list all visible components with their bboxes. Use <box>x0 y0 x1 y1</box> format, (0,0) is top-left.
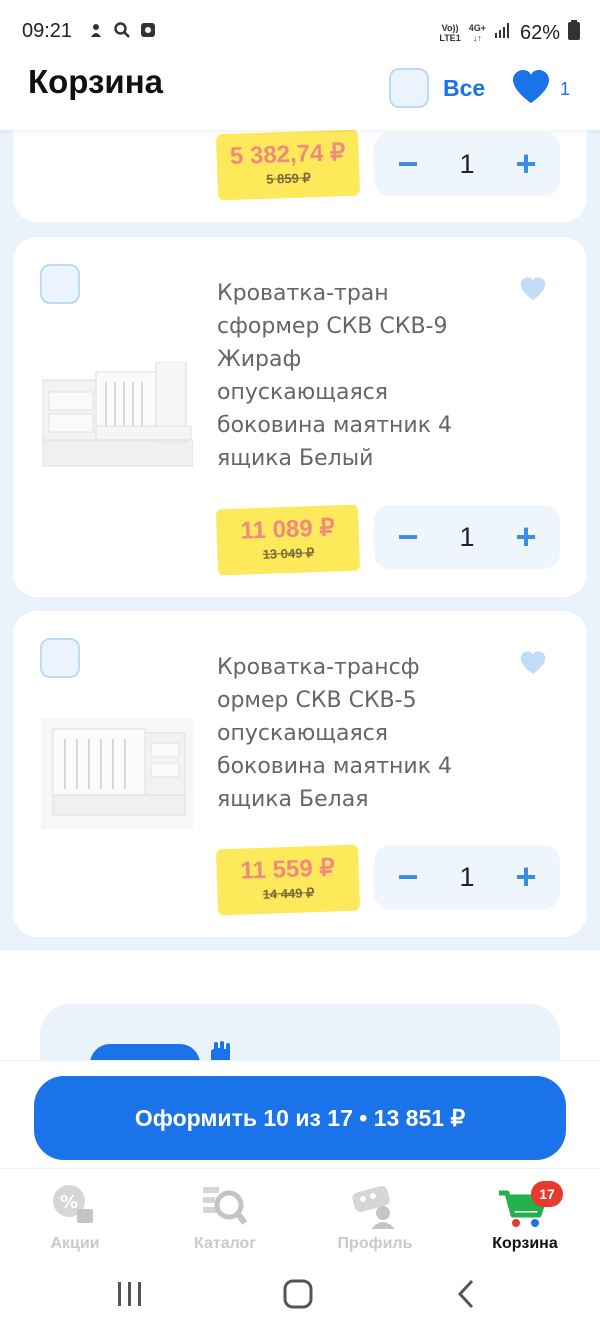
favorite-icon[interactable] <box>520 277 546 305</box>
battery-icon <box>568 20 580 46</box>
increase-button[interactable]: + <box>512 146 540 182</box>
favorites-button[interactable]: 1 <box>512 70 570 108</box>
signal-icon <box>494 21 512 45</box>
svg-text:%: % <box>60 1192 78 1213</box>
increase-button[interactable]: + <box>512 519 540 555</box>
nav-label: Корзина <box>492 1235 558 1252</box>
product-image[interactable] <box>41 719 193 834</box>
price-old: 14 449 ₽ <box>262 885 315 902</box>
promo-area <box>0 950 600 1060</box>
system-nav-bar <box>0 1258 600 1332</box>
price-tag: 5 382,74 ₽ 5 859 ₽ <box>215 130 361 201</box>
recent-apps-icon[interactable] <box>110 1276 150 1312</box>
price-new: 11 559 ₽ <box>240 854 336 885</box>
search-notification-icon <box>112 20 132 40</box>
checkout-bar: Оформить 10 из 17 • 13 851 ₽ <box>0 1060 600 1168</box>
nav-label: Профиль <box>337 1235 413 1252</box>
nav-item-promotions[interactable]: % Акции <box>0 1179 150 1253</box>
cart-item[interactable]: Кроватка-тран сформер СКВ СКВ-9 Жираф оп… <box>13 237 587 597</box>
home-icon[interactable] <box>278 1276 318 1312</box>
cart-badge: 17 <box>531 1181 563 1207</box>
price-new: 11 089 ₽ <box>240 514 336 545</box>
volte-indicator: Vo)) LTE1 <box>439 23 461 43</box>
bottom-nav: % Акции Каталог Профиль 17 Корзина <box>0 1168 600 1258</box>
nav-label: Акции <box>50 1235 100 1252</box>
nav-label: Каталог <box>194 1235 256 1252</box>
profile-icon <box>345 1179 405 1231</box>
price-new: 5 382,74 ₽ <box>229 139 346 171</box>
select-all[interactable]: Все <box>389 68 485 108</box>
quantity-value: 1 <box>459 861 475 892</box>
promo-graphic <box>90 1044 200 1060</box>
quantity-stepper[interactable]: − 1 + <box>374 845 560 909</box>
hand-icon <box>211 1041 230 1060</box>
increase-button[interactable]: + <box>512 859 540 895</box>
status-icons-left <box>86 20 158 40</box>
quantity-value: 1 <box>459 148 475 179</box>
promo-banner[interactable] <box>40 1004 560 1060</box>
checkout-button[interactable]: Оформить 10 из 17 • 13 851 ₽ <box>34 1076 566 1160</box>
catalog-search-icon <box>195 1179 255 1231</box>
cart-item: 5 382,74 ₽ 5 859 ₽ − 1 + <box>13 130 587 222</box>
battery-percent: 62% <box>519 21 560 44</box>
select-all-label[interactable]: Все <box>443 75 485 102</box>
screenshot-notification-icon <box>138 20 158 40</box>
discount-icon: % <box>45 1179 105 1231</box>
page-title: Корзина <box>28 63 163 100</box>
header: Корзина Все 1 <box>0 62 600 130</box>
nav-item-catalog[interactable]: Каталог <box>150 1179 300 1253</box>
quantity-value: 1 <box>459 521 475 552</box>
notification-app-icon <box>86 20 106 40</box>
cart-list[interactable]: 5 382,74 ₽ 5 859 ₽ − 1 + Кроватка-тран с… <box>0 130 600 950</box>
product-image[interactable] <box>41 361 194 477</box>
price-tag: 11 559 ₽ 14 449 ₽ <box>215 844 361 916</box>
nav-item-cart[interactable]: 17 Корзина <box>450 1179 600 1253</box>
item-checkbox[interactable] <box>40 638 80 678</box>
select-all-checkbox[interactable] <box>389 68 429 108</box>
favorite-icon[interactable] <box>520 651 546 679</box>
item-checkbox[interactable] <box>40 264 80 304</box>
network-type-indicator: 4G+ ↓↑ <box>468 23 486 43</box>
price-old: 5 859 ₽ <box>266 170 311 187</box>
favorites-count: 1 <box>560 78 571 99</box>
decrease-button[interactable]: − <box>394 859 422 895</box>
product-name[interactable]: Кроватка-тран сформер СКВ СКВ-9 Жираф оп… <box>217 277 477 475</box>
status-time: 09:21 <box>22 20 73 42</box>
product-name[interactable]: Кроватка-трансф ормер СКВ СКВ-5 опускающ… <box>217 651 477 816</box>
quantity-stepper[interactable]: − 1 + <box>374 505 560 569</box>
back-icon[interactable] <box>446 1276 486 1312</box>
heart-icon <box>512 70 550 108</box>
decrease-button[interactable]: − <box>394 519 422 555</box>
quantity-stepper[interactable]: − 1 + <box>374 132 560 196</box>
decrease-button[interactable]: − <box>394 146 422 182</box>
price-old: 13 049 ₽ <box>262 545 315 562</box>
status-bar: 09:21 Vo)) LTE1 4G+ ↓↑ 62% <box>0 0 600 62</box>
price-tag: 11 089 ₽ 13 049 ₽ <box>215 504 361 576</box>
cart-item[interactable]: Кроватка-трансф ормер СКВ СКВ-5 опускающ… <box>13 611 587 937</box>
nav-item-profile[interactable]: Профиль <box>300 1179 450 1253</box>
cart-icon: 17 <box>495 1179 563 1231</box>
status-icons-right: Vo)) LTE1 4G+ ↓↑ 62% <box>439 20 580 46</box>
